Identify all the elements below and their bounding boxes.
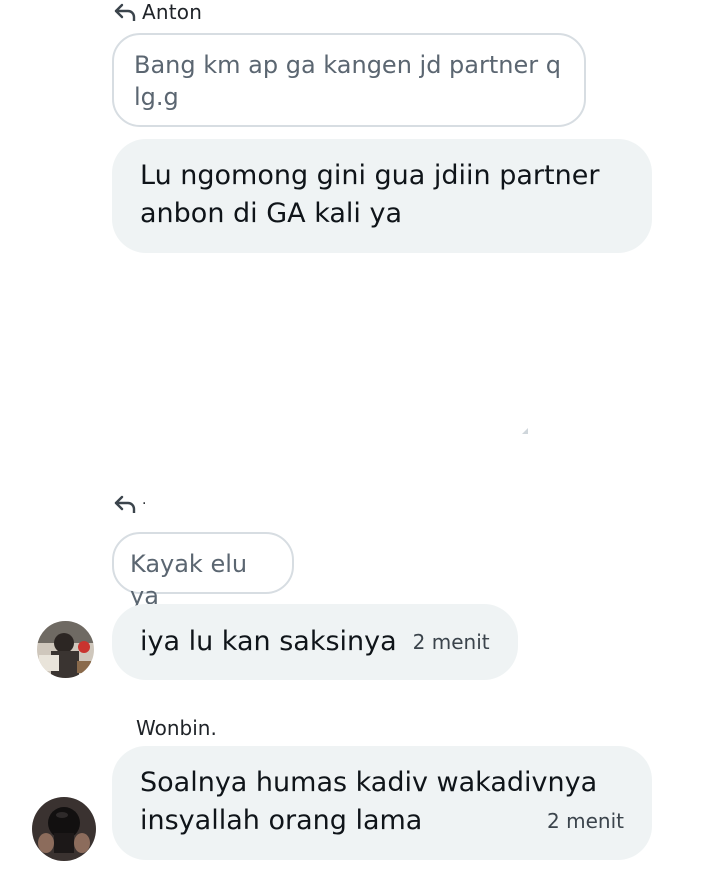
divider-mark bbox=[520, 420, 530, 439]
message-timestamp: 2 menit bbox=[412, 630, 490, 654]
message-bubble[interactable]: iya lu kan saksinya 2 menit bbox=[112, 604, 518, 680]
reply-arrow-icon bbox=[114, 495, 136, 515]
avatar[interactable] bbox=[37, 621, 94, 678]
sender-name: Wonbin. bbox=[136, 716, 217, 740]
quoted-text: Bang km ap ga kangen jd partner q lg.g bbox=[134, 51, 561, 111]
reply-to-name: · bbox=[142, 496, 147, 512]
reply-to-name: Anton bbox=[142, 0, 203, 24]
message-text: Soalnya humas kadiv wakadivnya insyallah… bbox=[140, 767, 598, 836]
message-timestamp: 2 menit bbox=[547, 809, 624, 833]
reply-header: Anton bbox=[114, 0, 202, 24]
quoted-text: Kayak elu ya bbox=[130, 550, 248, 610]
message-bubble[interactable]: Soalnya humas kadiv wakadivnya insyallah… bbox=[112, 746, 652, 860]
quoted-message[interactable]: Bang km ap ga kangen jd partner q lg.g bbox=[112, 33, 586, 127]
message-text: Lu ngomong gini gua jdiin partner anbon … bbox=[140, 160, 600, 229]
avatar[interactable] bbox=[32, 797, 96, 861]
message-bubble[interactable]: Lu ngomong gini gua jdiin partner anbon … bbox=[112, 139, 652, 253]
reply-header: · bbox=[114, 495, 147, 515]
quoted-message[interactable]: Kayak elu ya bbox=[112, 532, 294, 610]
message-text: iya lu kan saksinya bbox=[140, 626, 397, 657]
reply-arrow-icon bbox=[114, 3, 136, 23]
